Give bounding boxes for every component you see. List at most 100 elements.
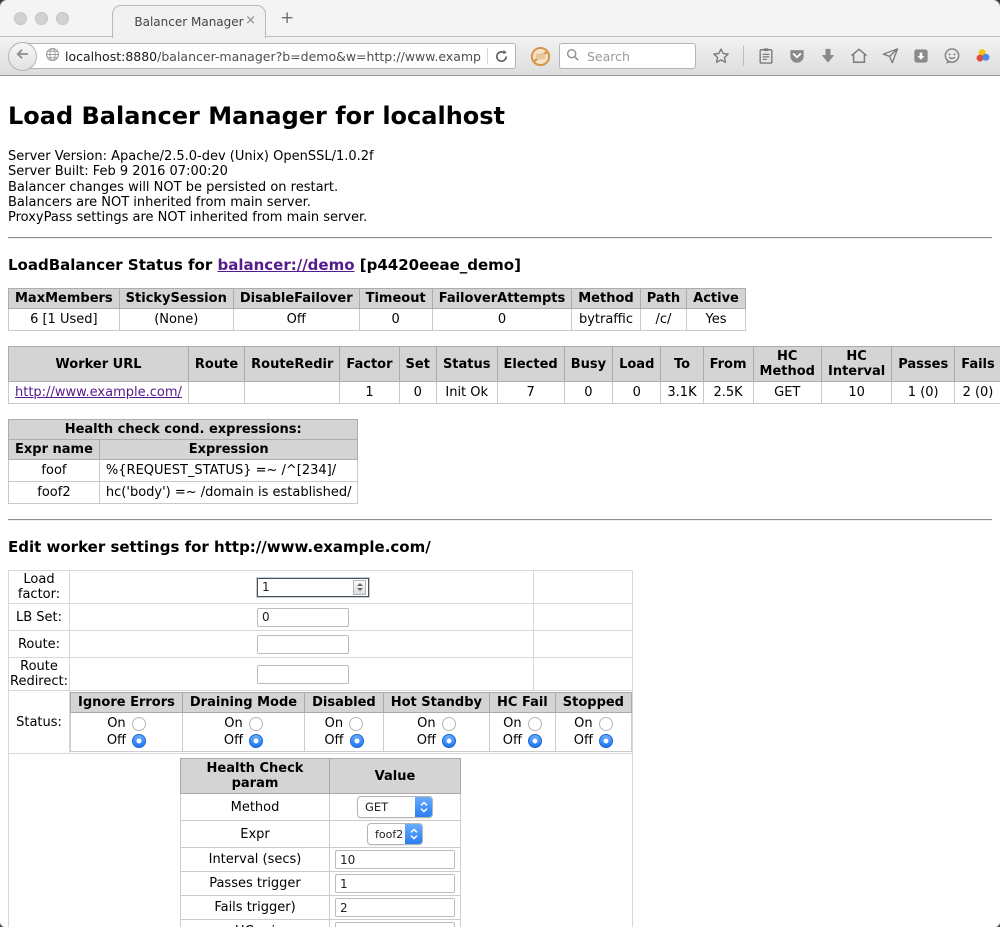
radio-on[interactable] <box>132 717 146 731</box>
expr-label: Expr <box>181 821 330 848</box>
reload-button[interactable] <box>494 49 509 64</box>
divider <box>8 519 992 521</box>
route-redirect-input[interactable] <box>257 665 349 684</box>
home-icon[interactable] <box>848 45 870 67</box>
search-input[interactable] <box>585 48 689 65</box>
passes-input[interactable] <box>335 874 455 893</box>
download-box-icon[interactable] <box>910 45 932 67</box>
interval-label: Interval (secs) <box>181 848 330 872</box>
url-text[interactable]: localhost:8880/balancer-manager?b=demo&w… <box>65 49 481 64</box>
select-arrows-icon <box>415 797 432 817</box>
col-header: Disabled <box>305 693 384 713</box>
table-row: foof %{REQUEST_STATUS} =~ /^[234]/ <box>9 460 358 482</box>
server-info: Server Version: Apache/2.5.0-dev (Unix) … <box>8 149 992 225</box>
col-header: From <box>703 347 753 382</box>
radio-on[interactable] <box>528 717 542 731</box>
url-bar[interactable]: localhost:8880/balancer-manager?b=demo&w… <box>24 43 516 69</box>
empty-cell <box>533 631 632 658</box>
toolbar-icons <box>710 45 1000 67</box>
server-built-line: Server Built: Feb 9 2016 07:00:20 <box>8 164 992 179</box>
col-header: MaxMembers <box>9 289 120 309</box>
tab-close-icon[interactable]: × <box>245 14 256 28</box>
col-header: Worker URL <box>9 347 189 382</box>
radio-off[interactable] <box>132 734 146 748</box>
lb-set-input[interactable] <box>257 608 349 627</box>
toolbar-divider <box>743 46 744 66</box>
col-header: StickySession <box>119 289 233 309</box>
send-icon[interactable] <box>879 45 901 67</box>
radio-off[interactable] <box>442 734 456 748</box>
clipboard-icon[interactable] <box>755 45 777 67</box>
health-row-fails: Fails trigger) <box>181 896 461 920</box>
empty-cell <box>533 658 632 691</box>
radio-off[interactable] <box>599 734 613 748</box>
radio-on[interactable] <box>442 717 456 731</box>
hc-uri-input[interactable] <box>335 922 455 927</box>
block-shield-icon[interactable] <box>530 46 551 67</box>
cell <box>245 382 340 404</box>
col-header: Factor <box>340 347 399 382</box>
status-label: Status: <box>9 691 70 754</box>
col-header: Draining Mode <box>182 693 304 713</box>
col-header: HC Fail <box>490 693 556 713</box>
col-header: DisableFailover <box>233 289 359 309</box>
col-header: Path <box>640 289 686 309</box>
back-icon <box>15 46 31 66</box>
table-header-row: Expr name Expression <box>9 440 358 460</box>
number-spinner[interactable] <box>353 580 366 595</box>
worker-url-link[interactable]: http://www.example.com/ <box>15 385 182 400</box>
radio-off[interactable] <box>249 734 263 748</box>
download-arrow-icon[interactable] <box>817 45 839 67</box>
table-title-row: Health check cond. expressions: <box>9 420 358 440</box>
status-header-row: Ignore Errors Draining Mode Disabled Hot… <box>71 693 632 713</box>
route-input[interactable] <box>257 635 349 654</box>
cell: 10 <box>821 382 891 404</box>
nav-toolbar: localhost:8880/balancer-manager?b=demo&w… <box>0 37 1000 76</box>
star-icon[interactable] <box>710 45 732 67</box>
divider <box>8 237 992 239</box>
radio-on[interactable] <box>349 717 363 731</box>
col-header: Health Check param <box>181 759 330 794</box>
route-redirect-label: Route Redirect: <box>9 658 70 691</box>
interval-input[interactable] <box>335 850 455 869</box>
radio-off[interactable] <box>350 734 364 748</box>
minimize-window-button[interactable] <box>35 12 48 25</box>
traffic-lights <box>14 12 69 25</box>
balancer-demo-link[interactable]: balancer://demo <box>217 256 354 274</box>
zoom-window-button[interactable] <box>56 12 69 25</box>
radio-off[interactable] <box>528 734 542 748</box>
col-header: Status <box>436 347 497 382</box>
radio-on[interactable] <box>599 717 613 731</box>
col-header: Passes <box>892 347 955 382</box>
colored-dots-icon[interactable] <box>972 45 994 67</box>
cell: hc('body') =~ /domain is established/ <box>99 482 358 504</box>
persist-note-line: Balancer changes will NOT be persisted o… <box>8 180 992 195</box>
form-row-status: Status: Ignore Errors Draining Mode Disa… <box>9 691 633 754</box>
cell: 6 [1 Used] <box>9 309 120 331</box>
route-label: Route: <box>9 631 70 658</box>
cell: 1 <box>340 382 399 404</box>
radio-on[interactable] <box>249 717 263 731</box>
tab-balancer-manager[interactable]: Balancer Manager × <box>112 5 266 38</box>
close-window-button[interactable] <box>14 12 27 25</box>
new-tab-button[interactable]: + <box>280 8 294 28</box>
cell: 2.5K <box>703 382 753 404</box>
cell: GET <box>753 382 821 404</box>
cell: Init Ok <box>436 382 497 404</box>
back-button[interactable] <box>8 42 37 71</box>
cell: 0 <box>359 309 432 331</box>
method-label: Method <box>181 794 330 821</box>
pocket-icon[interactable] <box>786 45 808 67</box>
health-check-table: Health Check param Value Method GET <box>180 758 461 927</box>
method-select[interactable]: GET <box>357 796 433 818</box>
col-header: Fails <box>955 347 1000 382</box>
col-header: RouteRedir <box>245 347 340 382</box>
col-header: Value <box>330 759 461 794</box>
form-row-health: Health Check param Value Method GET <box>9 754 633 927</box>
expr-select[interactable]: foof2 <box>367 823 423 845</box>
search-bar[interactable] <box>559 43 696 69</box>
passes-label: Passes trigger <box>181 872 330 896</box>
chat-smiley-icon[interactable] <box>941 45 963 67</box>
fails-input[interactable] <box>335 898 455 917</box>
cell: http://www.example.com/ <box>9 382 189 404</box>
